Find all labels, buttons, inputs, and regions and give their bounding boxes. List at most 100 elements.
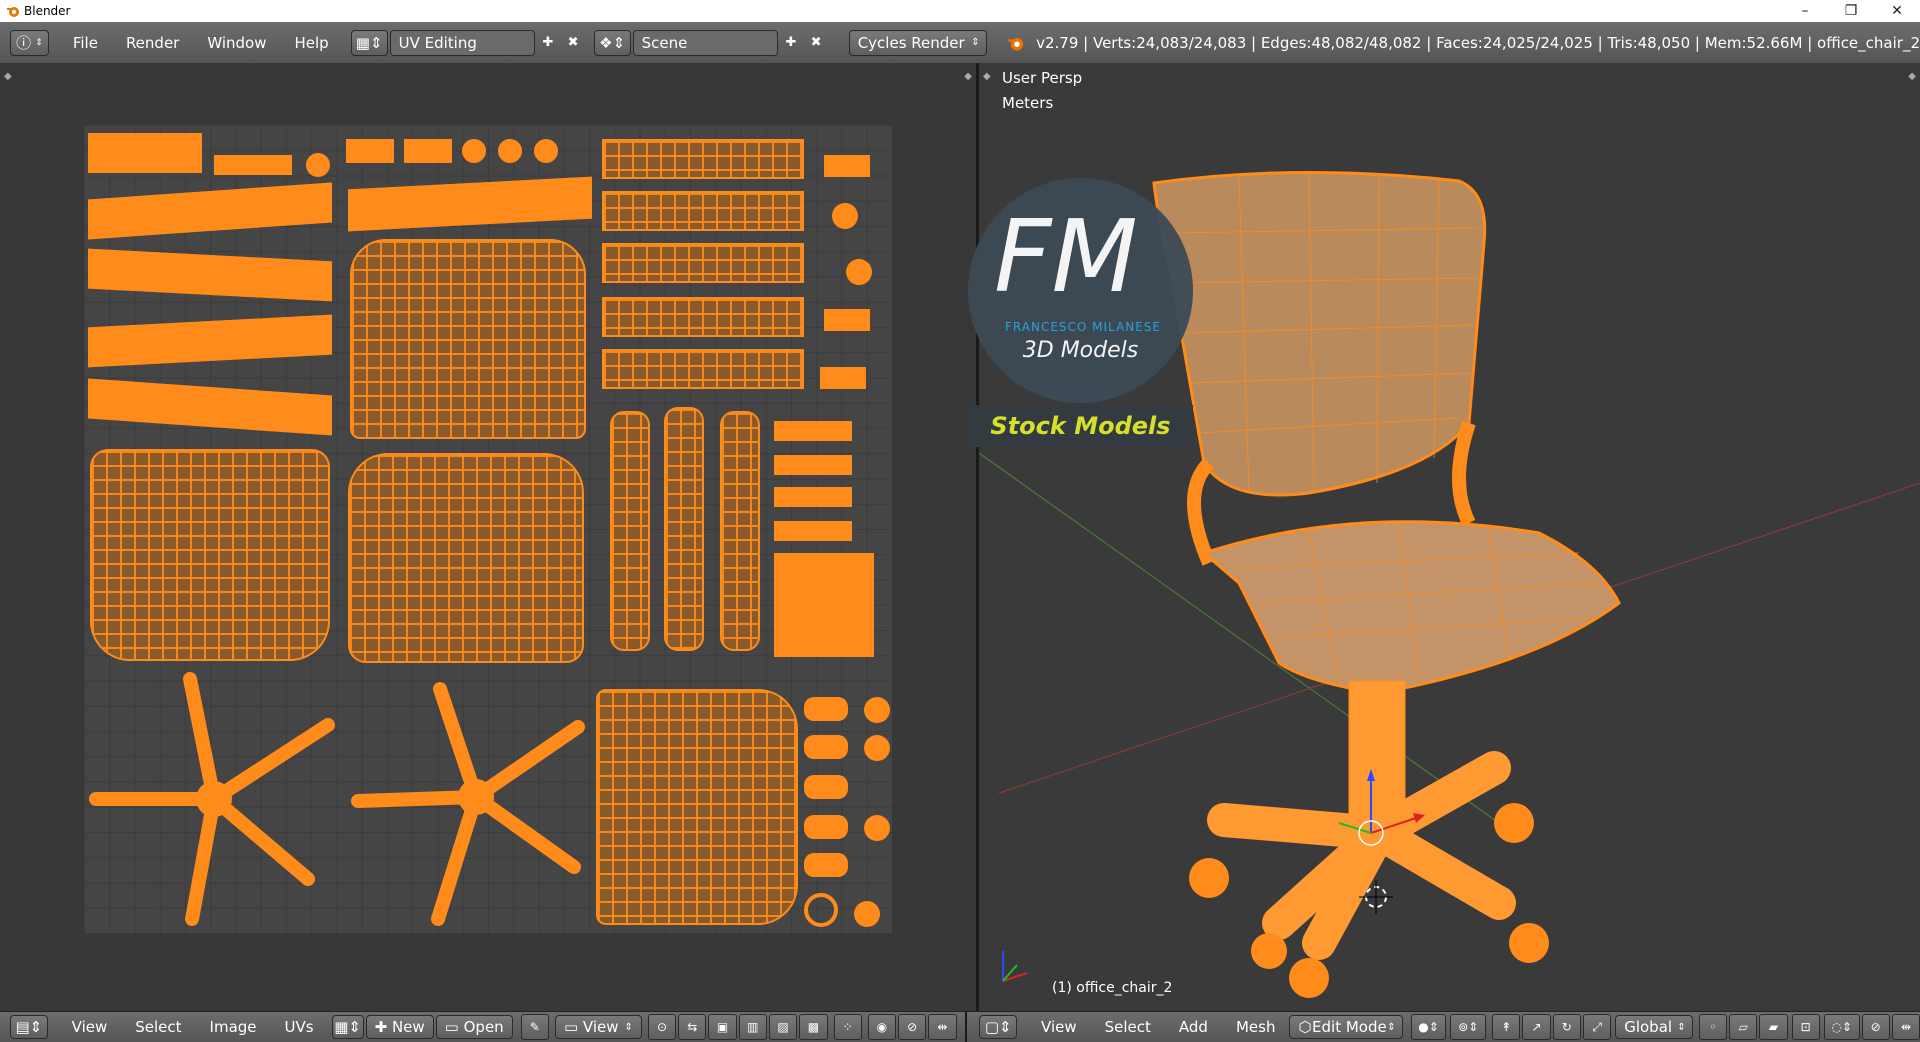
edge-select-icon[interactable]: ▥ <box>738 1014 767 1040</box>
uv-island[interactable] <box>664 407 704 651</box>
uv-island[interactable] <box>774 487 852 507</box>
translate-icon[interactable]: ↗ <box>1522 1014 1551 1040</box>
orientation-dropdown[interactable]: Global ⇕ <box>1615 1015 1693 1039</box>
image-browse-button[interactable]: ▦⇕ <box>331 1015 364 1039</box>
shading-icon[interactable]: ●⇕ <box>1410 1014 1447 1040</box>
menu-render[interactable]: Render <box>112 34 193 52</box>
snap-target-icon[interactable]: ⇹ <box>1891 1014 1920 1040</box>
scale-icon[interactable]: ⤢ <box>1582 1014 1612 1040</box>
uv-island[interactable] <box>804 853 848 877</box>
menu-window[interactable]: Window <box>193 34 280 52</box>
minimize-button[interactable]: – <box>1782 0 1828 22</box>
uv-island[interactable] <box>774 421 852 441</box>
uv-island[interactable] <box>832 203 858 229</box>
uv-island[interactable] <box>348 176 592 232</box>
uv-island[interactable] <box>610 411 650 651</box>
uv-menu-view[interactable]: View <box>58 1018 122 1036</box>
uv-island[interactable] <box>864 815 890 841</box>
uv-island[interactable] <box>824 309 870 331</box>
uv-image-editor[interactable]: ◆ ◆ <box>0 63 976 1011</box>
uv-island[interactable] <box>774 553 874 657</box>
remove-screen-icon[interactable]: ✖ <box>561 31 586 55</box>
uv-island-star-base[interactable] <box>88 671 340 927</box>
uv-island[interactable] <box>346 139 394 163</box>
vp-menu-select[interactable]: Select <box>1091 1018 1165 1036</box>
screen-layout-selector[interactable]: ▦⇕ <box>350 29 388 56</box>
restore-button[interactable]: ❐ <box>1828 0 1874 22</box>
uv-island[interactable] <box>804 735 848 759</box>
scene-selector[interactable]: ❖⇕ <box>593 29 631 56</box>
uv-island[interactable] <box>602 243 804 283</box>
snap-element-icon[interactable]: ⇹ <box>928 1014 957 1040</box>
proportional-edit-icon[interactable]: ◉ <box>867 1014 897 1040</box>
viewport-editor-type-button[interactable]: ▢⇕ <box>979 1015 1018 1039</box>
uv-island[interactable] <box>602 191 804 231</box>
uv-island[interactable] <box>88 378 332 436</box>
view-mode-dropdown[interactable]: ▭ View ⇕ <box>554 1015 642 1039</box>
vertex-select-icon[interactable]: ▣ <box>708 1014 737 1040</box>
sync-selection-icon[interactable]: ⇆ <box>678 1014 707 1040</box>
uv-island[interactable] <box>804 697 848 721</box>
vp-menu-view[interactable]: View <box>1027 1018 1091 1036</box>
pivot-icon[interactable]: ⊙ <box>647 1014 677 1040</box>
vertex-mode-icon[interactable]: ◦ <box>1698 1014 1728 1040</box>
uv-island[interactable] <box>774 521 852 541</box>
uv-island[interactable] <box>306 153 330 177</box>
limit-selection-icon[interactable]: ⊡ <box>1791 1014 1820 1040</box>
editor-type-button[interactable]: ⓘ ⇕ <box>10 29 49 56</box>
uv-island[interactable] <box>804 815 848 839</box>
manipulator-icon[interactable]: ↟ <box>1492 1014 1521 1040</box>
uv-island[interactable] <box>534 139 558 163</box>
uv-island[interactable] <box>88 314 332 368</box>
pivot-point-icon[interactable]: ⊚⇕ <box>1450 1014 1487 1040</box>
render-engine-dropdown[interactable]: Cycles Render ⇕ <box>848 29 987 56</box>
uv-island[interactable] <box>846 259 872 285</box>
vp-menu-mesh[interactable]: Mesh <box>1222 1018 1290 1036</box>
uv-island[interactable] <box>602 139 804 179</box>
new-image-button[interactable]: ✚ New <box>365 1015 434 1039</box>
screen-layout-field[interactable]: UV Editing <box>389 29 536 56</box>
region-expand-icon[interactable]: ◆ <box>964 71 972 82</box>
add-screen-icon[interactable]: ✚ <box>535 31 560 55</box>
uv-island[interactable] <box>720 411 760 651</box>
uv-island[interactable] <box>596 689 798 925</box>
vp-menu-add[interactable]: Add <box>1165 1018 1222 1036</box>
face-mode-icon[interactable]: ▰ <box>1759 1014 1788 1040</box>
uv-island[interactable] <box>820 367 866 389</box>
remove-scene-icon[interactable]: ✖ <box>804 31 829 55</box>
uv-island[interactable] <box>214 155 292 175</box>
region-expand-icon[interactable]: ◆ <box>4 71 12 82</box>
uv-island[interactable] <box>88 133 202 173</box>
pin-icon[interactable]: ✎ <box>520 1014 549 1040</box>
uv-menu-uvs[interactable]: UVs <box>271 1018 328 1036</box>
uv-editor-type-button[interactable]: ▤⇕ <box>10 1015 48 1039</box>
uv-island-star-base[interactable] <box>348 671 600 927</box>
proportional-edit-icon[interactable]: ◌⇕ <box>1823 1014 1860 1040</box>
uv-island[interactable] <box>498 139 522 163</box>
uv-island[interactable] <box>804 775 848 799</box>
uv-island[interactable] <box>774 455 852 475</box>
face-select-icon[interactable]: ▨ <box>768 1014 798 1040</box>
uv-island[interactable] <box>602 297 804 337</box>
uv-island[interactable] <box>864 735 890 761</box>
uv-island[interactable] <box>88 182 332 240</box>
uv-island[interactable] <box>462 139 486 163</box>
uv-canvas[interactable] <box>84 125 892 933</box>
uv-island[interactable] <box>854 901 880 927</box>
uv-island[interactable] <box>602 349 804 389</box>
uv-island[interactable] <box>90 449 330 661</box>
uv-menu-image[interactable]: Image <box>196 1018 271 1036</box>
add-scene-icon[interactable]: ✚ <box>778 31 803 55</box>
menu-file[interactable]: File <box>59 34 112 52</box>
uv-island[interactable] <box>404 139 452 163</box>
uv-island[interactable] <box>804 893 838 927</box>
uv-island[interactable] <box>350 239 586 439</box>
scene-field[interactable]: Scene <box>632 29 779 56</box>
open-image-button[interactable]: ▭ Open <box>435 1015 513 1039</box>
uv-island[interactable] <box>824 155 870 177</box>
menu-help[interactable]: Help <box>281 34 343 52</box>
snap-icon[interactable]: ⊘ <box>898 1014 927 1040</box>
edge-mode-icon[interactable]: ▱ <box>1729 1014 1758 1040</box>
rotate-icon[interactable]: ↻ <box>1552 1014 1581 1040</box>
close-button[interactable]: ✕ <box>1874 0 1920 22</box>
